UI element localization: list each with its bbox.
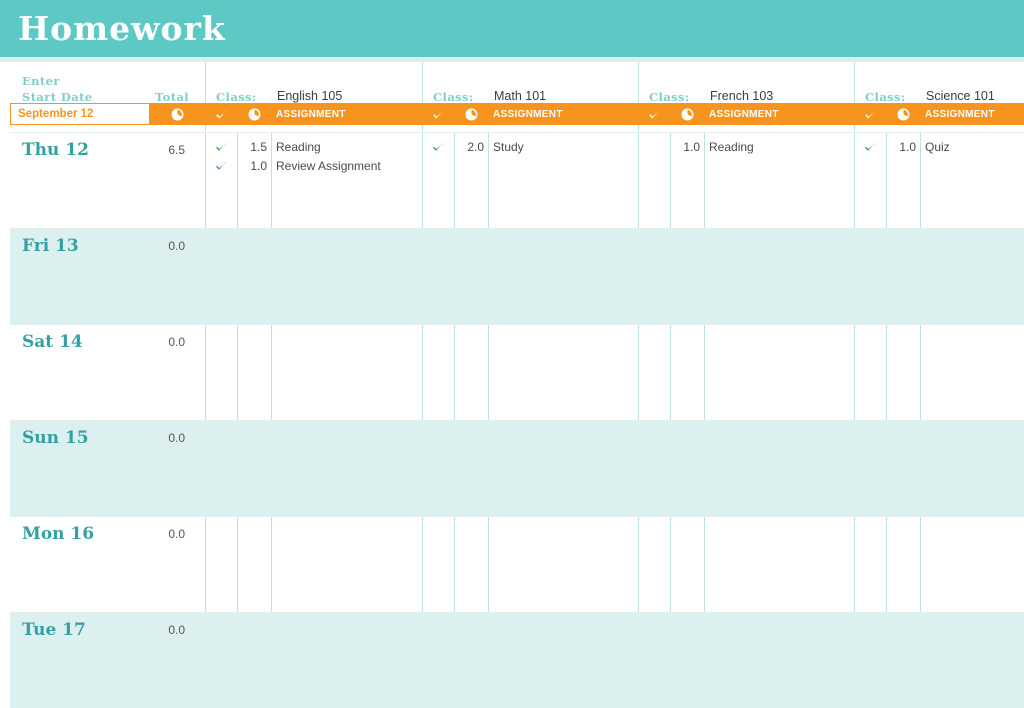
assignment-entry[interactable]: 1.0 Reading	[638, 138, 854, 155]
hours-header-french[interactable]	[670, 103, 704, 125]
done-header-math[interactable]	[422, 103, 454, 125]
assignment-header-french[interactable]: ASSIGNMENT	[704, 103, 854, 125]
check-icon	[216, 142, 226, 151]
day-row: Sun 15 0.0	[0, 420, 1024, 516]
assignment-name[interactable]: Quiz	[925, 140, 950, 154]
assignment-done-checkbox[interactable]	[422, 140, 454, 154]
clock-icon	[465, 108, 477, 120]
day-total-hours: 0.0	[168, 623, 185, 637]
assignment-name[interactable]: Study	[493, 140, 524, 154]
day-label: Thu 12	[22, 140, 89, 160]
class-name-french[interactable]: French 103	[710, 89, 773, 103]
done-header-english[interactable]	[205, 103, 237, 125]
row-divider	[10, 516, 1024, 517]
check-icon	[215, 109, 227, 118]
page-title: Homework	[18, 9, 226, 48]
done-header-french[interactable]	[638, 103, 670, 125]
clock-icon	[248, 108, 260, 120]
assignment-header-math[interactable]: ASSIGNMENT	[488, 103, 638, 125]
assignment-hours[interactable]: 1.0	[670, 140, 709, 154]
start-date-input[interactable]: September 12	[10, 103, 150, 125]
assignment-header-english[interactable]: ASSIGNMENT	[271, 103, 422, 125]
day-row: Tue 17 0.0	[0, 612, 1024, 708]
homework-sheet: Enter Start Date Total Class: English 105…	[0, 62, 1024, 708]
clock-icon	[681, 108, 693, 120]
day-label: Mon 16	[22, 524, 95, 544]
day-total-hours: 0.0	[168, 431, 185, 445]
day-row: Mon 16 0.0	[0, 516, 1024, 612]
day-total-hours: 0.0	[168, 527, 185, 541]
assignment-hours[interactable]: 2.0	[454, 140, 493, 154]
check-icon	[216, 161, 226, 170]
assignment-header-text-english: ASSIGNMENT	[276, 108, 346, 120]
class-name-science[interactable]: Science 101	[926, 89, 995, 103]
start-date-label-line1: Enter	[22, 74, 60, 88]
assignment-header-text-science: ASSIGNMENT	[925, 108, 995, 120]
day-total-hours: 6.5	[168, 143, 185, 157]
assignment-hours[interactable]: 1.0	[237, 159, 276, 173]
row-divider	[10, 132, 1024, 133]
day-total-hours: 0.0	[168, 239, 185, 253]
day-row: Fri 13 0.0	[0, 228, 1024, 324]
day-total-hours: 0.0	[168, 335, 185, 349]
start-date-label-line2: Start Date	[22, 90, 93, 104]
row-divider	[10, 228, 1024, 229]
check-icon	[864, 109, 876, 118]
day-label: Tue 17	[22, 620, 86, 640]
assignment-hours[interactable]: 1.0	[886, 140, 925, 154]
class-label-math: Class:	[433, 90, 474, 104]
hours-header-science[interactable]	[886, 103, 920, 125]
assignment-done-checkbox[interactable]	[854, 140, 886, 154]
total-column-label: Total	[155, 90, 190, 104]
assignment-hours[interactable]: 1.5	[237, 140, 276, 154]
clock-icon	[897, 108, 909, 120]
day-row-group: Thu 12 6.5 1.5 Reading 1.0 Review Assignment 2…	[0, 132, 1024, 708]
done-header-science[interactable]	[854, 103, 886, 125]
assignment-name[interactable]: Reading	[276, 140, 321, 154]
class-label-science: Class:	[865, 90, 906, 104]
assignment-name[interactable]: Reading	[709, 140, 754, 154]
row-divider	[10, 324, 1024, 325]
day-label: Sat 14	[22, 332, 83, 352]
assignment-done-checkbox[interactable]	[205, 159, 237, 173]
assignment-entry[interactable]: 1.0 Quiz	[854, 138, 1024, 155]
class-label-english: Class:	[216, 90, 257, 104]
assignment-entry[interactable]: 1.0 Review Assignment	[205, 157, 422, 174]
hours-header-english[interactable]	[237, 103, 271, 125]
day-label: Fri 13	[22, 236, 79, 256]
day-label: Sun 15	[22, 428, 89, 448]
row-divider	[10, 612, 1024, 613]
check-icon	[432, 109, 444, 118]
day-row: Thu 12 6.5 1.5 Reading 1.0 Review Assignment 2…	[0, 132, 1024, 228]
total-hours-header-cell[interactable]	[150, 103, 205, 125]
clock-icon	[171, 108, 184, 120]
day-row: Sat 14 0.0	[0, 324, 1024, 420]
assignment-done-checkbox[interactable]	[205, 140, 237, 154]
class-name-math[interactable]: Math 101	[494, 89, 546, 103]
hours-header-math[interactable]	[454, 103, 488, 125]
check-icon	[648, 109, 660, 118]
app-banner: Homework	[0, 0, 1024, 57]
assignment-entry[interactable]: 2.0 Study	[422, 138, 638, 155]
class-name-english[interactable]: English 105	[277, 89, 342, 103]
check-icon	[865, 142, 875, 151]
assignment-name[interactable]: Review Assignment	[276, 159, 381, 173]
assignment-header-text-math: ASSIGNMENT	[493, 108, 563, 120]
assignment-header-science[interactable]: ASSIGNMENT	[920, 103, 1024, 125]
row-divider	[10, 420, 1024, 421]
check-icon	[433, 142, 443, 151]
assignment-header-text-french: ASSIGNMENT	[709, 108, 779, 120]
assignment-entry[interactable]: 1.5 Reading	[205, 138, 422, 155]
class-label-french: Class:	[649, 90, 690, 104]
